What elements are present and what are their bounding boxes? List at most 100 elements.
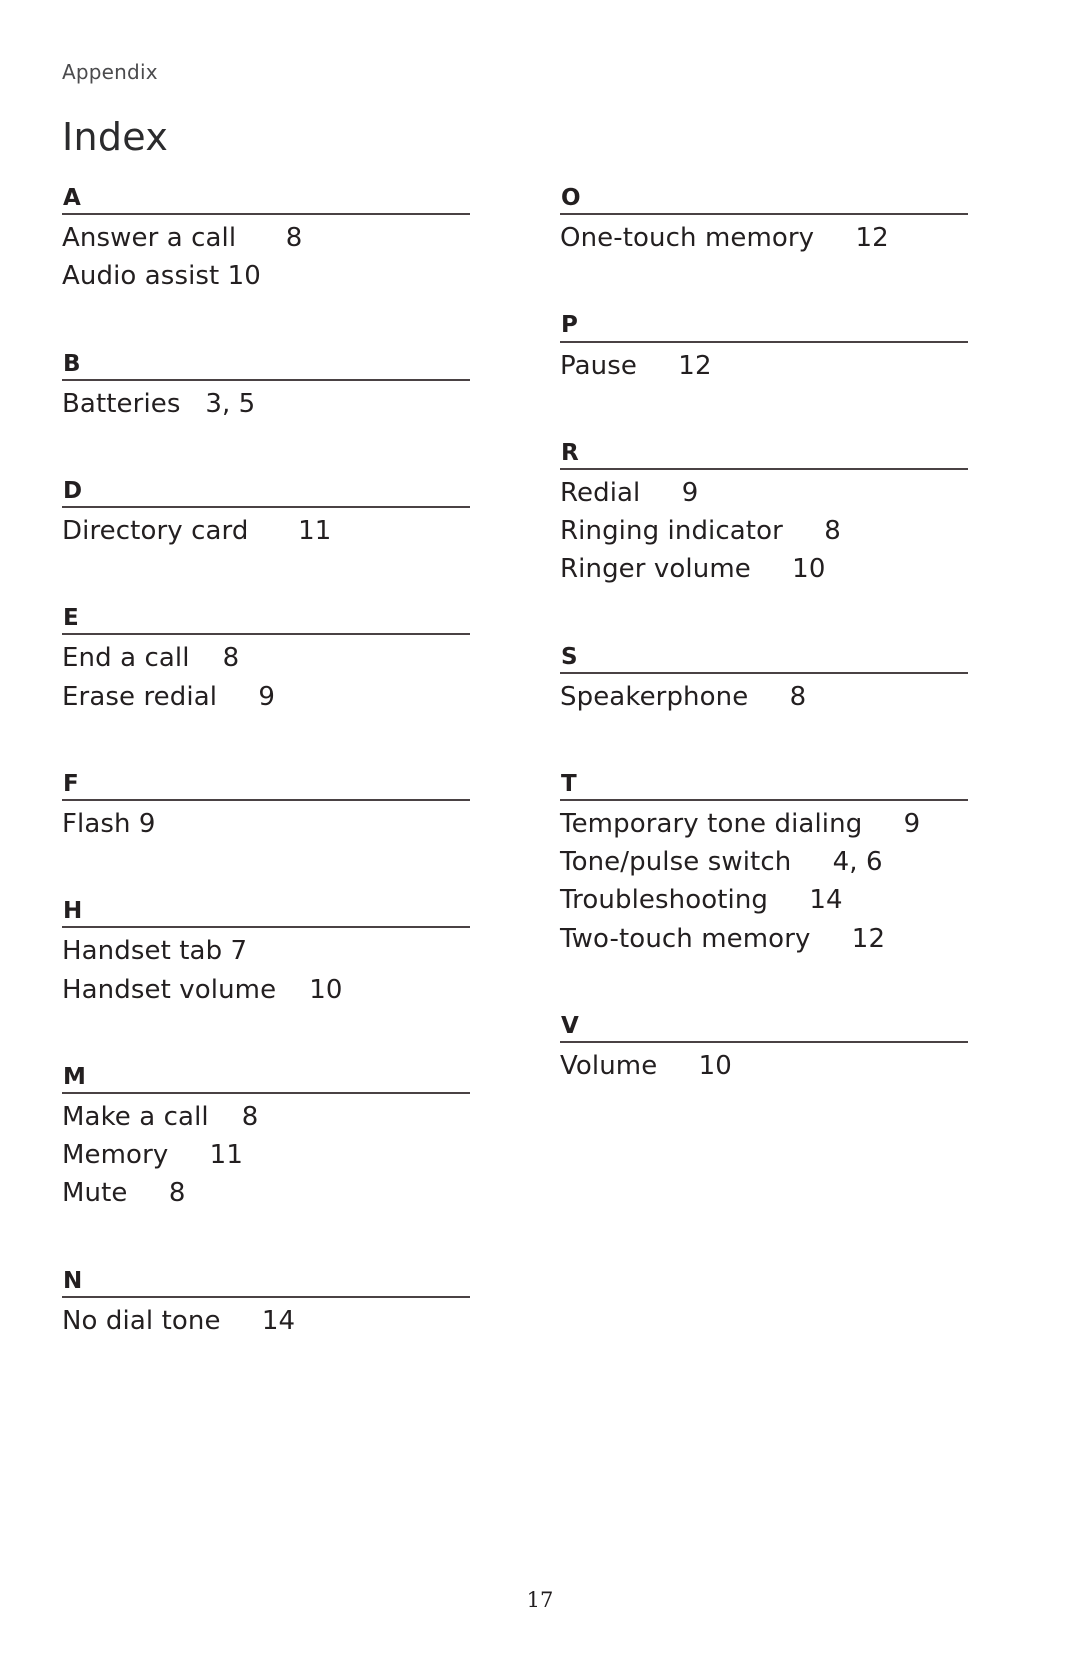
index-left-column: A Answer a call 8 Audio assist 10 B Batterie… (62, 186, 470, 1396)
index-entry[interactable]: No dial tone 14 (62, 1302, 470, 1340)
index-entry[interactable]: Memory 11 (62, 1136, 470, 1174)
index-entry-page: 8 (222, 643, 240, 674)
index-entry-term: Pause (560, 350, 637, 381)
index-entry-gap (181, 385, 206, 423)
index-entry-term: Temporary tone dialing (560, 809, 863, 840)
index-group-letter: O (560, 186, 968, 216)
index-entry-page: 8 (824, 516, 841, 547)
index-entry-term: Volume (560, 1051, 658, 1082)
index-entry-list: No dial tone 14 (62, 1302, 470, 1340)
index-entry[interactable]: Batteries 3, 5 (62, 385, 470, 423)
index-entry-gap (248, 512, 298, 550)
index-group-letter: H (62, 899, 470, 929)
index-entry-page: 14 (261, 1305, 296, 1336)
index-entry-page: 14 (809, 885, 843, 916)
index-entry-term: Handset tab (62, 936, 223, 967)
index-entry-page: 11 (209, 1140, 243, 1171)
index-entry[interactable]: Temporary tone dialing 9 (560, 805, 968, 843)
index-group-m: M Make a call 8 Memory 11 Mute 8 (62, 1065, 470, 1213)
index-group-h: H Handset tab 7 Handset volume 10 (62, 899, 470, 1009)
index-entry-gap (128, 1174, 169, 1212)
index-group-letter: F (62, 772, 470, 802)
index-entry-gap (131, 805, 139, 843)
index-group-letter: P (560, 313, 968, 343)
index-entry-list: Handset tab 7 Handset volume 10 (62, 932, 470, 1008)
index-entry-gap (748, 678, 789, 716)
index-group-o: O One-touch memory 12 (560, 186, 968, 257)
index-entry-page: 10 (792, 554, 826, 585)
index-entry-page: 8 (285, 223, 303, 254)
index-entry[interactable]: Redial 9 (560, 474, 968, 512)
index-entry[interactable]: Pause 12 (560, 347, 968, 385)
index-entry[interactable]: Two-touch memory 12 (560, 920, 968, 958)
index-entry[interactable]: Ringer volume 10 (560, 550, 968, 588)
index-entry[interactable]: Troubleshooting 14 (560, 881, 968, 919)
index-entry-page: 9 (681, 477, 699, 508)
index-entry[interactable]: Audio assist 10 (62, 257, 470, 295)
index-group-letter: N (62, 1268, 470, 1298)
index-entry-term: Make a call (62, 1101, 209, 1132)
index-entry-term: Redial (560, 477, 641, 508)
index-entry[interactable]: Volume 10 (560, 1047, 968, 1085)
index-entry-term: Erase redial (62, 681, 218, 712)
index-group-f: F Flash 9 (62, 772, 470, 843)
index-entry[interactable]: One-touch memory 12 (560, 219, 968, 257)
index-entry[interactable]: End a call 8 (62, 639, 470, 677)
index-entry-list: End a call 8 Erase redial 9 (62, 639, 470, 715)
index-entry-list: Flash 9 (62, 805, 470, 843)
index-entry-list: Batteries 3, 5 (62, 385, 470, 423)
index-entry-list: Pause 12 (560, 347, 968, 385)
index-entry[interactable]: Handset volume 10 (62, 971, 470, 1009)
index-entry-page: 10 (309, 974, 343, 1005)
index-group-p: P Pause 12 (560, 313, 968, 384)
index-group-a: A Answer a call 8 Audio assist 10 (62, 186, 470, 296)
index-entry-page: 7 (230, 936, 248, 967)
index-entry[interactable]: Directory card 11 (62, 512, 470, 550)
index-entry-page: 10 (698, 1051, 732, 1082)
index-entry-gap (657, 1047, 698, 1085)
index-entry-list: Answer a call 8 Audio assist 10 (62, 219, 470, 295)
index-entry-list: Redial 9 Ringing indicator 8 Ringer volume… (560, 474, 968, 589)
index-entry-page: 12 (855, 223, 889, 254)
index-entry-gap (209, 1098, 242, 1136)
index-entry-term: Batteries (62, 388, 181, 419)
index-entry-page: 3, 5 (205, 388, 256, 419)
index-group-letter: M (62, 1065, 470, 1094)
index-entry[interactable]: Mute 8 (62, 1174, 470, 1212)
index-entry[interactable]: Flash 9 (62, 805, 470, 843)
index-entry-gap (222, 932, 230, 970)
page-number: 17 (526, 1588, 554, 1612)
index-entry[interactable]: Ringing indicator 8 (560, 512, 968, 550)
index-entry[interactable]: Handset tab 7 (62, 932, 470, 970)
index-entry[interactable]: Speakerphone 8 (560, 678, 968, 716)
index-entry-term: Speakerphone (560, 681, 749, 712)
index-entry-gap (791, 843, 832, 881)
index-group-b: B Batteries 3, 5 (62, 351, 470, 423)
index-entry-list: One-touch memory 12 (560, 219, 968, 257)
index-group-letter: B (62, 351, 470, 381)
index-entry-list: Volume 10 (560, 1047, 968, 1085)
index-entry-term: Audio assist (62, 261, 220, 292)
index-entry-list: Directory card 11 (62, 512, 470, 550)
index-entry[interactable]: Make a call 8 (62, 1098, 470, 1136)
index-entry-term: End a call (62, 643, 190, 674)
index-entry[interactable]: Tone/pulse switch 4, 6 (560, 843, 968, 881)
index-group-letter: T (560, 772, 968, 802)
index-entry[interactable]: Erase redial 9 (62, 678, 470, 716)
index-entry-page: 8 (241, 1101, 259, 1132)
index-group-letter: E (62, 606, 470, 636)
index-entry[interactable]: Answer a call 8 (62, 219, 470, 257)
index-entry-gap (190, 639, 223, 677)
index-entry-page: 9 (903, 809, 921, 840)
index-entry-page: 12 (851, 923, 886, 954)
index-entry-gap (217, 678, 258, 716)
index-entry-page: 4, 6 (832, 847, 883, 878)
index-entry-list: Temporary tone dialing 9 Tone/pulse switc… (560, 805, 968, 958)
index-entry-gap (862, 805, 903, 843)
index-entry-page: 11 (298, 516, 332, 547)
index-group-letter: S (560, 644, 968, 674)
index-entry-page: 10 (227, 261, 261, 292)
running-head: Appendix (62, 60, 158, 84)
index-group-letter: D (62, 479, 470, 509)
index-group-r: R Redial 9 Ringing indicator 8 Ringer volum… (560, 441, 968, 589)
